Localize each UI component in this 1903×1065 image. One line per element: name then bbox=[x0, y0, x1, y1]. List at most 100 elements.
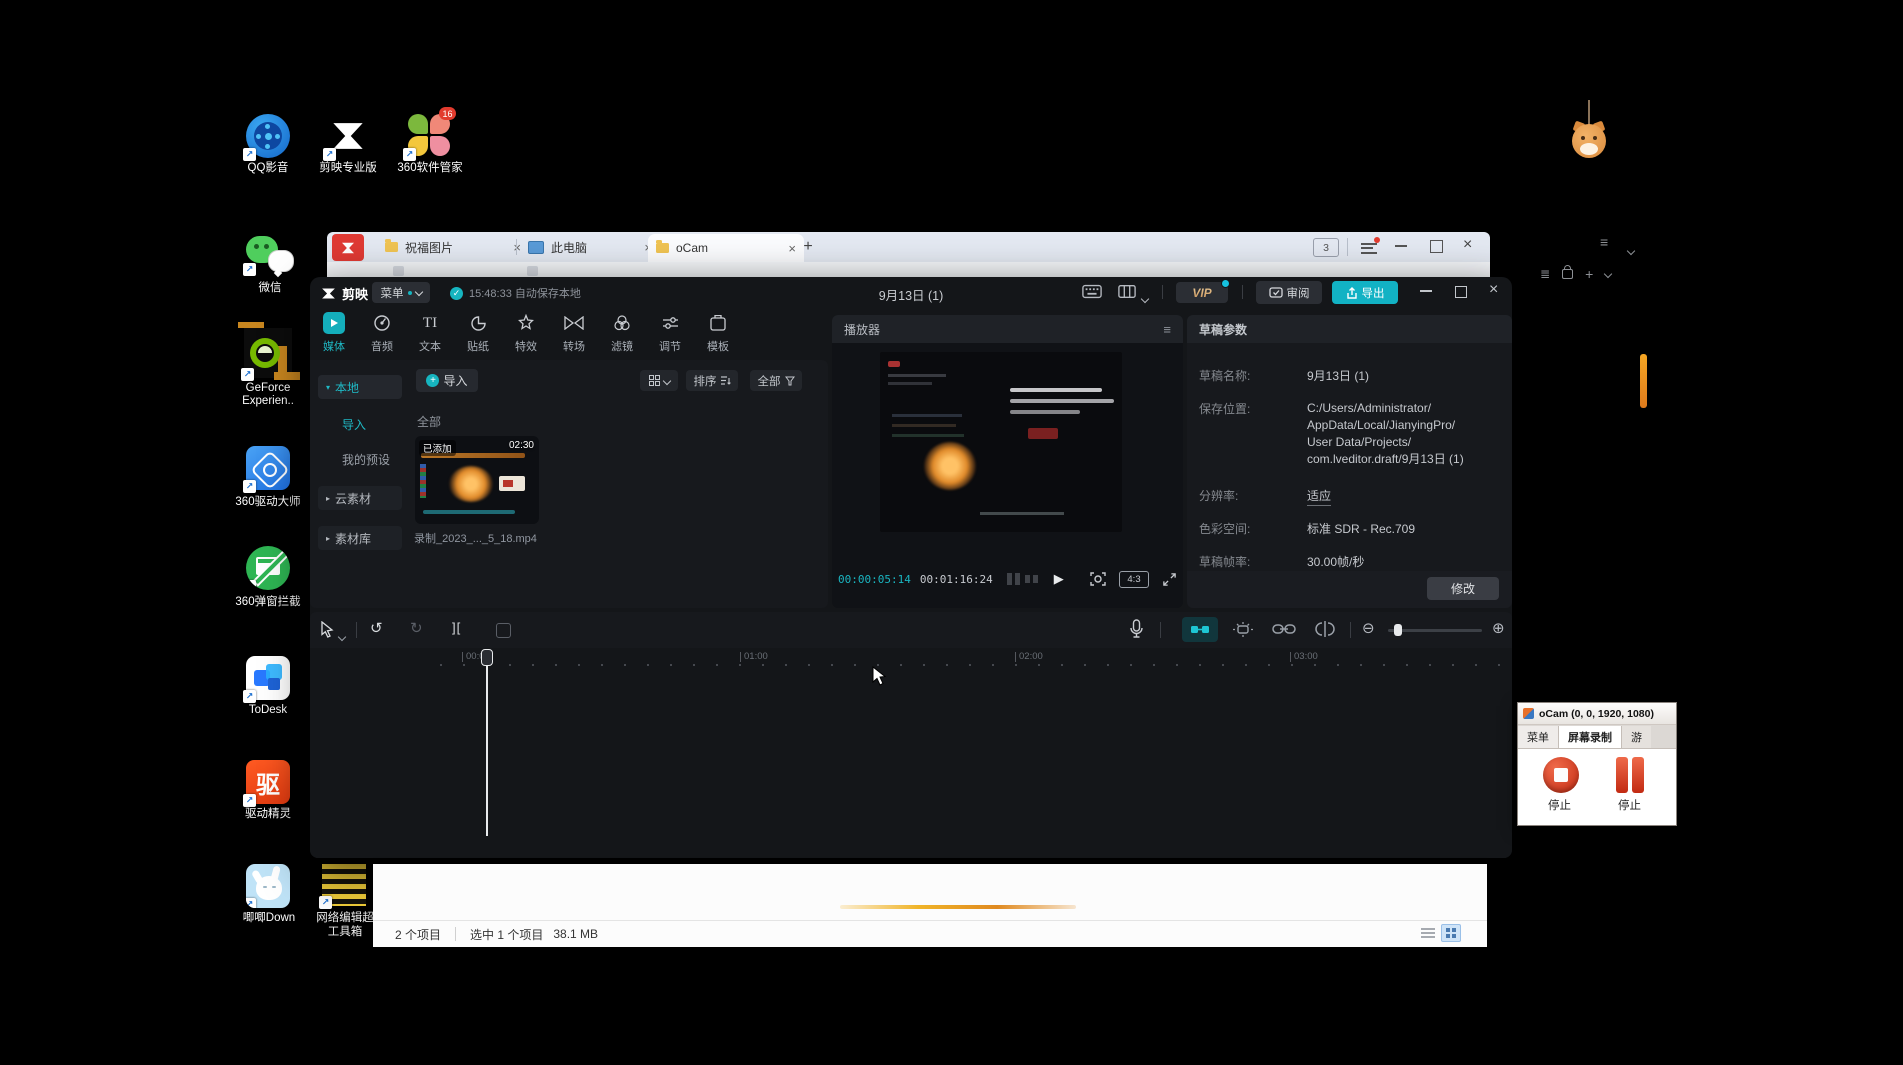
tab-this-pc[interactable]: 此电脑 × bbox=[520, 234, 660, 260]
record-voiceover-icon[interactable] bbox=[1130, 619, 1143, 639]
timeline-toolbar: ↺ ↻ ][ ⊖ ⊕ bbox=[310, 612, 1512, 648]
sidebar-item-presets[interactable]: 我的预设 bbox=[342, 451, 390, 468]
preview-quality-icon[interactable] bbox=[1090, 571, 1106, 587]
tab-sticker[interactable]: 贴纸 bbox=[454, 312, 502, 354]
ocam-pause-bar-right[interactable] bbox=[1632, 757, 1644, 793]
auto-snap-icon[interactable] bbox=[1232, 621, 1254, 638]
tab-audio[interactable]: 音频 bbox=[358, 312, 406, 354]
chevron-down-icon[interactable] bbox=[1604, 270, 1612, 278]
minimize-button[interactable] bbox=[1420, 290, 1432, 292]
add-icon[interactable]: + bbox=[1585, 266, 1593, 282]
desktop-icon-360driver[interactable]: ↗ bbox=[246, 446, 292, 492]
desktop-icon-webtool[interactable]: ↗ bbox=[322, 864, 368, 910]
sidebar-item-library[interactable]: ▸素材库 bbox=[318, 526, 402, 550]
modify-button[interactable]: 修改 bbox=[1427, 577, 1499, 600]
player-header: 播放器 ≡ bbox=[832, 315, 1183, 343]
new-tab-button[interactable]: + bbox=[797, 236, 819, 258]
jianying-window: 剪映 菜单 ✓ 15:48:33 自动保存本地 9月13日 (1) VIP 审阅 bbox=[310, 277, 1512, 858]
desktop-icon-wechat[interactable]: ↗ bbox=[246, 234, 294, 280]
list-icon[interactable]: ≣ bbox=[1540, 267, 1550, 281]
param-value-resolution[interactable]: 适应 bbox=[1307, 487, 1331, 506]
desktop-icon-jijidown[interactable]: ↗ bbox=[246, 864, 292, 910]
main-track-magnet-toggle[interactable] bbox=[1182, 617, 1218, 642]
maximize-button[interactable] bbox=[1455, 286, 1467, 298]
filter-button[interactable]: 全部 bbox=[750, 370, 802, 391]
media-thumbnail[interactable]: 已添加 02:30 bbox=[415, 436, 539, 524]
redo-icon[interactable]: ↻ bbox=[410, 619, 423, 637]
ocam-stop-record-button[interactable] bbox=[1543, 757, 1579, 793]
linkage-icon[interactable] bbox=[1272, 623, 1296, 635]
chevron-down-icon[interactable] bbox=[1628, 241, 1634, 259]
tab-blessing-images[interactable]: 祝福图片 × bbox=[377, 234, 529, 260]
aspect-ratio-button[interactable]: 4:3 bbox=[1119, 571, 1149, 588]
frame-back-icon[interactable] bbox=[1007, 573, 1020, 585]
desktop-icon-qqplayer[interactable]: ↗ bbox=[246, 114, 292, 160]
ocam-tab-game[interactable]: 游 bbox=[1621, 726, 1651, 748]
video-preview bbox=[880, 352, 1122, 532]
bg-window-menu-icon[interactable]: ≡ bbox=[1600, 234, 1608, 250]
play-button[interactable]: ▶ bbox=[1054, 571, 1064, 587]
layout-switch-icon[interactable] bbox=[1118, 284, 1136, 299]
delete-icon[interactable] bbox=[496, 623, 511, 638]
sidebar-item-cloud[interactable]: ▸云素材 bbox=[318, 486, 402, 510]
details-view-icon[interactable] bbox=[1421, 927, 1435, 939]
sidebar-item-import[interactable]: 导入 bbox=[342, 416, 366, 433]
tab-adjust[interactable]: 调节 bbox=[646, 312, 694, 354]
vip-badge[interactable]: VIP bbox=[1176, 282, 1228, 303]
thumbnail-view-button[interactable] bbox=[1441, 924, 1461, 942]
undo-icon[interactable]: ↺ bbox=[370, 619, 383, 637]
desktop-icon-360soft[interactable]: 16 ↗ bbox=[406, 112, 454, 160]
frame-forward-icon[interactable] bbox=[1025, 573, 1038, 585]
lock-icon[interactable] bbox=[1562, 269, 1573, 279]
ocam-pause-bar-left[interactable] bbox=[1616, 757, 1628, 793]
tab-text[interactable]: TI 文本 bbox=[406, 312, 454, 354]
player-menu-icon[interactable]: ≡ bbox=[1163, 322, 1171, 337]
close-window-button[interactable]: × bbox=[1463, 236, 1472, 254]
zoom-in-icon[interactable]: ⊕ bbox=[1492, 619, 1505, 637]
ocam-titlebar[interactable]: oCam (0, 0, 1920, 1080) bbox=[1518, 703, 1676, 725]
maximize-button[interactable] bbox=[1430, 240, 1443, 253]
desktop-icon-capcut[interactable]: ↗ bbox=[326, 114, 372, 160]
desktop-icon-todesk[interactable]: ↗ bbox=[246, 656, 292, 702]
ocam-stop-record-label: 停止 bbox=[1548, 797, 1571, 813]
ocam-tab-menu[interactable]: 菜单 bbox=[1518, 726, 1559, 748]
chevron-down-icon[interactable] bbox=[339, 627, 345, 645]
playhead-line[interactable] bbox=[486, 651, 488, 836]
menu-icon[interactable] bbox=[1361, 240, 1377, 256]
slider-handle[interactable] bbox=[1394, 624, 1402, 636]
select-tool-icon[interactable] bbox=[320, 621, 335, 638]
desktop-icon-360popup[interactable]: ↗ bbox=[246, 546, 292, 592]
timeline-zoom-slider[interactable] bbox=[1388, 629, 1482, 632]
close-tab-icon[interactable]: × bbox=[788, 241, 796, 256]
close-window-button[interactable]: × bbox=[1489, 281, 1498, 299]
export-button[interactable]: 导出 bbox=[1332, 281, 1398, 304]
tab-effects[interactable]: 特效 bbox=[502, 312, 550, 354]
import-button[interactable]: + 导入 bbox=[416, 369, 478, 392]
sidebar-item-local[interactable]: ▾本地 bbox=[318, 375, 402, 399]
desktop-icon-geforce[interactable]: ↗ bbox=[244, 328, 294, 380]
playhead-handle[interactable] bbox=[481, 649, 493, 666]
ruler-label: 03:00 bbox=[1290, 652, 1318, 662]
sort-button[interactable]: 排序 bbox=[686, 370, 738, 391]
tab-transitions[interactable]: 转场 bbox=[550, 312, 598, 354]
timeline-ruler-ticks[interactable] bbox=[440, 664, 1500, 666]
view-mode-button[interactable] bbox=[640, 370, 678, 391]
tab-media[interactable]: 媒体 bbox=[310, 312, 358, 354]
background-window-strip bbox=[1640, 354, 1647, 408]
media-group-label: 全部 bbox=[417, 413, 441, 430]
desktop-icon-drivergenius[interactable]: 驱 ↗ bbox=[246, 760, 292, 806]
preview-axis-icon[interactable] bbox=[1314, 621, 1336, 637]
tab-templates[interactable]: 模板 bbox=[694, 312, 742, 354]
tab-filters[interactable]: 滤镜 bbox=[598, 312, 646, 354]
shortcuts-keyboard-icon[interactable] bbox=[1082, 284, 1102, 299]
tab-count-badge[interactable]: 3 bbox=[1313, 238, 1339, 257]
chevron-down-icon[interactable] bbox=[1142, 289, 1148, 307]
shortcut-arrow-icon: ↗ bbox=[323, 148, 336, 161]
zoom-out-icon[interactable]: ⊖ bbox=[1362, 619, 1375, 637]
tab-ocam-active[interactable]: oCam × bbox=[648, 234, 804, 262]
minimize-button[interactable] bbox=[1395, 245, 1407, 247]
ocam-tab-screen-record[interactable]: 屏幕录制 bbox=[1559, 726, 1621, 748]
review-button[interactable]: 审阅 bbox=[1256, 281, 1322, 304]
split-icon[interactable]: ][ bbox=[452, 620, 461, 635]
fullscreen-icon[interactable] bbox=[1162, 572, 1177, 587]
